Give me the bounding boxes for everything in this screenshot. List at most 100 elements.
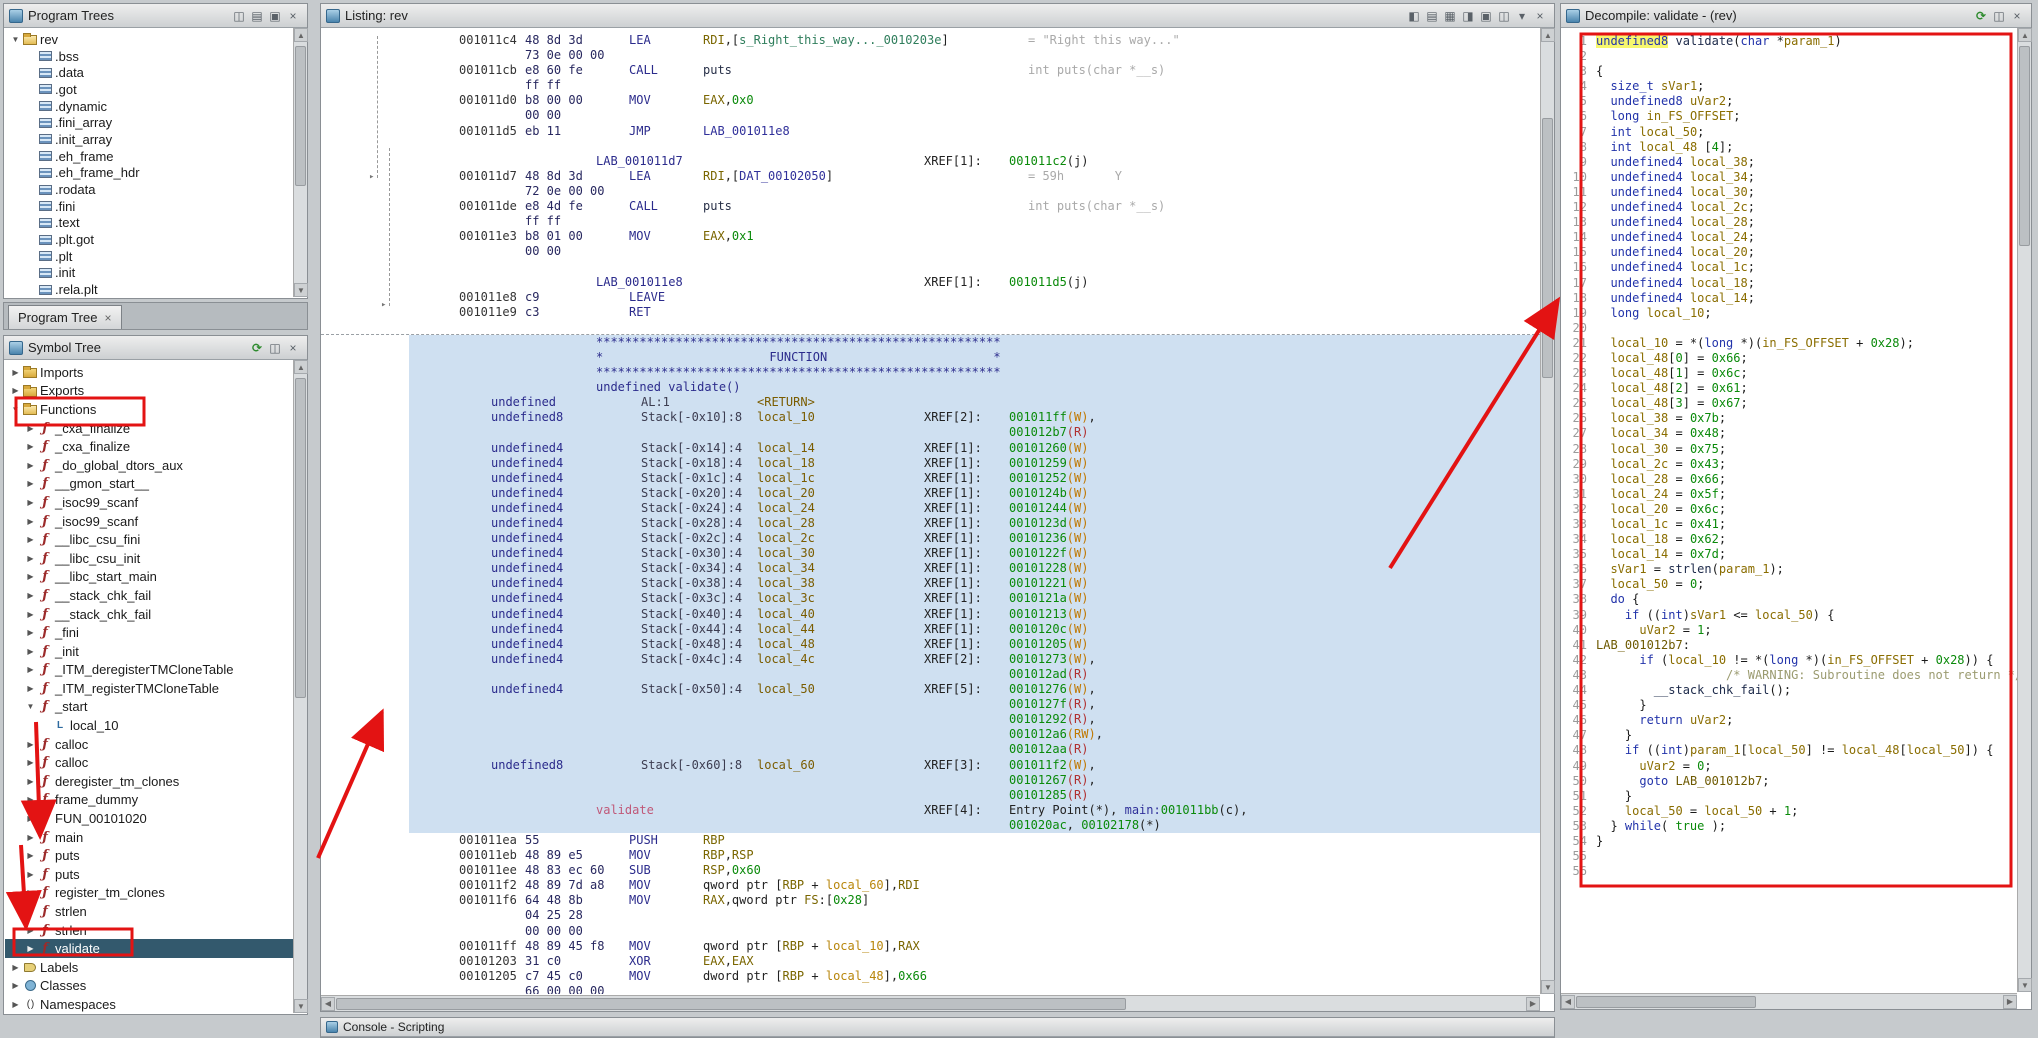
listing-row[interactable]: undefined4Stack[-0x2c]:4local_2cXREF[1]:… [321, 531, 1540, 546]
program-tree-scrollbar[interactable]: ▲ ▼ [293, 28, 307, 297]
tree-item-strlen[interactable]: ▶strlen [5, 902, 293, 921]
listing-row[interactable]: 72 0e 00 00 [321, 184, 1540, 199]
listing-row[interactable]: * FUNCTION * [321, 350, 1540, 365]
tree-item-main[interactable]: ▶main [5, 828, 293, 847]
scroll-thumb[interactable] [1576, 996, 1756, 1008]
listing-row[interactable]: 00101267(R), [321, 773, 1540, 788]
listing-row[interactable]: undefined4Stack[-0x30]:4local_30XREF[1]:… [321, 546, 1540, 561]
scroll-down-icon[interactable]: ▼ [1541, 980, 1555, 994]
listing-row[interactable]: 00101292(R), [321, 712, 1540, 727]
tree-item-_ITM_deregisterTMCloneTable[interactable]: ▶_ITM_deregisterTMCloneTable [5, 661, 293, 680]
tree-item-_start[interactable]: ▼_start [5, 698, 293, 717]
listing-row[interactable]: 001011eb48 89 e5MOVRBP,RSP [321, 848, 1540, 863]
listing-row[interactable]: 04 25 28 [321, 908, 1540, 923]
decompiler-line[interactable]: 12 undefined4 local_2c; [1561, 200, 2017, 215]
tree-item-__stack_chk_fail[interactable]: ▶__stack_chk_fail [5, 586, 293, 605]
scroll-thumb[interactable] [1542, 118, 1553, 378]
listing-row[interactable]: undefined4Stack[-0x38]:4local_38XREF[1]:… [321, 576, 1540, 591]
expander-icon[interactable]: ▶ [24, 628, 37, 637]
decompiler-line[interactable]: 9 undefined4 local_38; [1561, 155, 2017, 170]
listing-row[interactable]: undefined4Stack[-0x4c]:4local_4cXREF[2]:… [321, 652, 1540, 667]
print-icon[interactable]: ▣ [1477, 7, 1495, 25]
expander-icon[interactable]: ▶ [24, 888, 37, 897]
decompiler-line[interactable]: 4 size_t sVar1; [1561, 79, 2017, 94]
expander-icon[interactable]: ▶ [24, 647, 37, 656]
scroll-up-icon[interactable]: ▲ [294, 360, 308, 374]
tree-item-.text[interactable]: .text [5, 215, 293, 232]
detach-icon[interactable]: ◫ [266, 339, 284, 357]
listing-row[interactable]: 001012aa(R) [321, 742, 1540, 757]
tree-item-deregister_tm_clones[interactable]: ▶deregister_tm_clones [5, 772, 293, 791]
listing-row[interactable]: 0010120331 c0XOREAX,EAX [321, 954, 1540, 969]
scroll-up-icon[interactable]: ▲ [1541, 28, 1555, 42]
scroll-up-icon[interactable]: ▲ [294, 28, 308, 42]
listing-row[interactable]: 001011ee48 83 ec 60SUBRSP,0x60 [321, 863, 1540, 878]
listing-row[interactable]: 001011e9c3RET [321, 305, 1540, 320]
expander-icon[interactable]: ▶ [9, 981, 22, 990]
tree-item-_cxa_finalize[interactable]: ▶_cxa_finalize [5, 419, 293, 438]
tree-item-Functions[interactable]: ▼Functions [5, 400, 293, 419]
expander-icon[interactable]: ▶ [24, 461, 37, 470]
decompiler-line[interactable]: 42 if (local_10 != *(long *)(in_FS_OFFSE… [1561, 653, 2017, 668]
listing-row[interactable]: 001011dee8 4d feCALLputsint puts(char *_… [321, 199, 1540, 214]
tree-item-Imports[interactable]: ▶Imports [5, 363, 293, 382]
listing-row[interactable]: ****************************************… [321, 335, 1540, 350]
listing-row[interactable]: ff ff [321, 78, 1540, 93]
copy-icon[interactable]: ◫ [1990, 7, 2008, 25]
scroll-thumb[interactable] [2019, 46, 2030, 246]
decompiler-line[interactable]: 56 [1561, 864, 2017, 879]
listing-vscrollbar[interactable]: ▲ ▼ [1540, 28, 1554, 994]
tree-item-_fini[interactable]: ▶_fini [5, 623, 293, 642]
listing-row[interactable]: undefined4Stack[-0x40]:4local_40XREF[1]:… [321, 607, 1540, 622]
decompiler-line[interactable]: 54} [1561, 834, 2017, 849]
folder-icon[interactable]: ▤ [248, 7, 266, 25]
decompiler-line[interactable]: 31 local_24 = 0x5f; [1561, 487, 2017, 502]
listing-row[interactable]: undefined4Stack[-0x1c]:4local_1cXREF[1]:… [321, 471, 1540, 486]
decompiler-line[interactable]: 18 undefined4 local_14; [1561, 291, 2017, 306]
listing-row[interactable]: 001011c448 8d 3dLEARDI,[s_Right_this_way… [321, 33, 1540, 48]
listing-row[interactable]: undefined4Stack[-0x50]:4local_50XREF[5]:… [321, 682, 1540, 697]
listing-row[interactable]: undefined4Stack[-0x44]:4local_44XREF[1]:… [321, 622, 1540, 637]
expander-icon[interactable]: ▶ [24, 851, 37, 860]
listing-row[interactable]: 001011d0b8 00 00MOVEAX,0x0 [321, 93, 1540, 108]
tree-item-calloc[interactable]: ▶calloc [5, 753, 293, 772]
decompiler-line[interactable]: 29 local_2c = 0x43; [1561, 457, 2017, 472]
decompiler-hscrollbar[interactable]: ◀ ▶ [1561, 993, 2017, 1009]
expander-icon[interactable]: ▶ [24, 944, 37, 953]
tree-item-_init[interactable]: ▶_init [5, 642, 293, 661]
listing-row[interactable]: undefined8Stack[-0x10]:8local_10XREF[2]:… [321, 410, 1540, 425]
listing-row[interactable]: undefined4Stack[-0x14]:4local_14XREF[1]:… [321, 441, 1540, 456]
decompiler-line[interactable]: 36 sVar1 = strlen(param_1); [1561, 562, 2017, 577]
decompiler-line[interactable]: 39 if ((int)sVar1 <= local_50) { [1561, 608, 2017, 623]
tree-item-.plt.got[interactable]: .plt.got [5, 231, 293, 248]
decompiler-line[interactable]: 24 local_48[2] = 0x61; [1561, 381, 2017, 396]
tree-item-.rela.plt[interactable]: .rela.plt [5, 281, 293, 297]
listing-row[interactable]: undefinedAL:1<RETURN> [321, 395, 1540, 410]
listing-row[interactable]: undefined8Stack[-0x60]:8local_60XREF[3]:… [321, 758, 1540, 773]
listing-row[interactable]: 00 00 [321, 244, 1540, 259]
expander-icon[interactable]: ▶ [24, 758, 37, 767]
listing-row[interactable]: 001011cbe8 60 feCALLputsint puts(char *_… [321, 63, 1540, 78]
expander-icon[interactable]: ▼ [9, 405, 22, 414]
expander-icon[interactable]: ▶ [24, 517, 37, 526]
listing-row[interactable]: 66 00 00 00 [321, 984, 1540, 994]
refresh-icon[interactable]: ⟳ [248, 339, 266, 357]
decompiler-line[interactable]: 47 } [1561, 728, 2017, 743]
tree-item-.init[interactable]: .init [5, 265, 293, 282]
decompiler-line[interactable]: 11 undefined4 local_30; [1561, 185, 2017, 200]
decompiler-line[interactable]: 17 undefined4 local_18; [1561, 276, 2017, 291]
decompiler-line[interactable]: 22 local_48[0] = 0x66; [1561, 351, 2017, 366]
listing-row[interactable]: 73 0e 00 00 [321, 48, 1540, 63]
decompiler-line[interactable]: 32 local_20 = 0x6c; [1561, 502, 2017, 517]
tree-item-.init_array[interactable]: .init_array [5, 131, 293, 148]
tree-item-.rodata[interactable]: .rodata [5, 181, 293, 198]
symbol-tree-scrollbar[interactable]: ▲ ▼ [293, 360, 307, 1013]
listing-row[interactable]: 001011ea55PUSHRBP [321, 833, 1540, 848]
expander-icon[interactable]: ▶ [24, 814, 37, 823]
listing-row[interactable]: 001011f248 89 7d a8MOVqword ptr [RBP + l… [321, 878, 1540, 893]
menu-icon[interactable]: ▾ [1513, 7, 1531, 25]
expander-icon[interactable]: ▶ [24, 870, 37, 879]
tree-item-.data[interactable]: .data [5, 64, 293, 81]
decompiler-line[interactable]: 30 local_28 = 0x66; [1561, 472, 2017, 487]
scroll-thumb[interactable] [336, 998, 1126, 1010]
